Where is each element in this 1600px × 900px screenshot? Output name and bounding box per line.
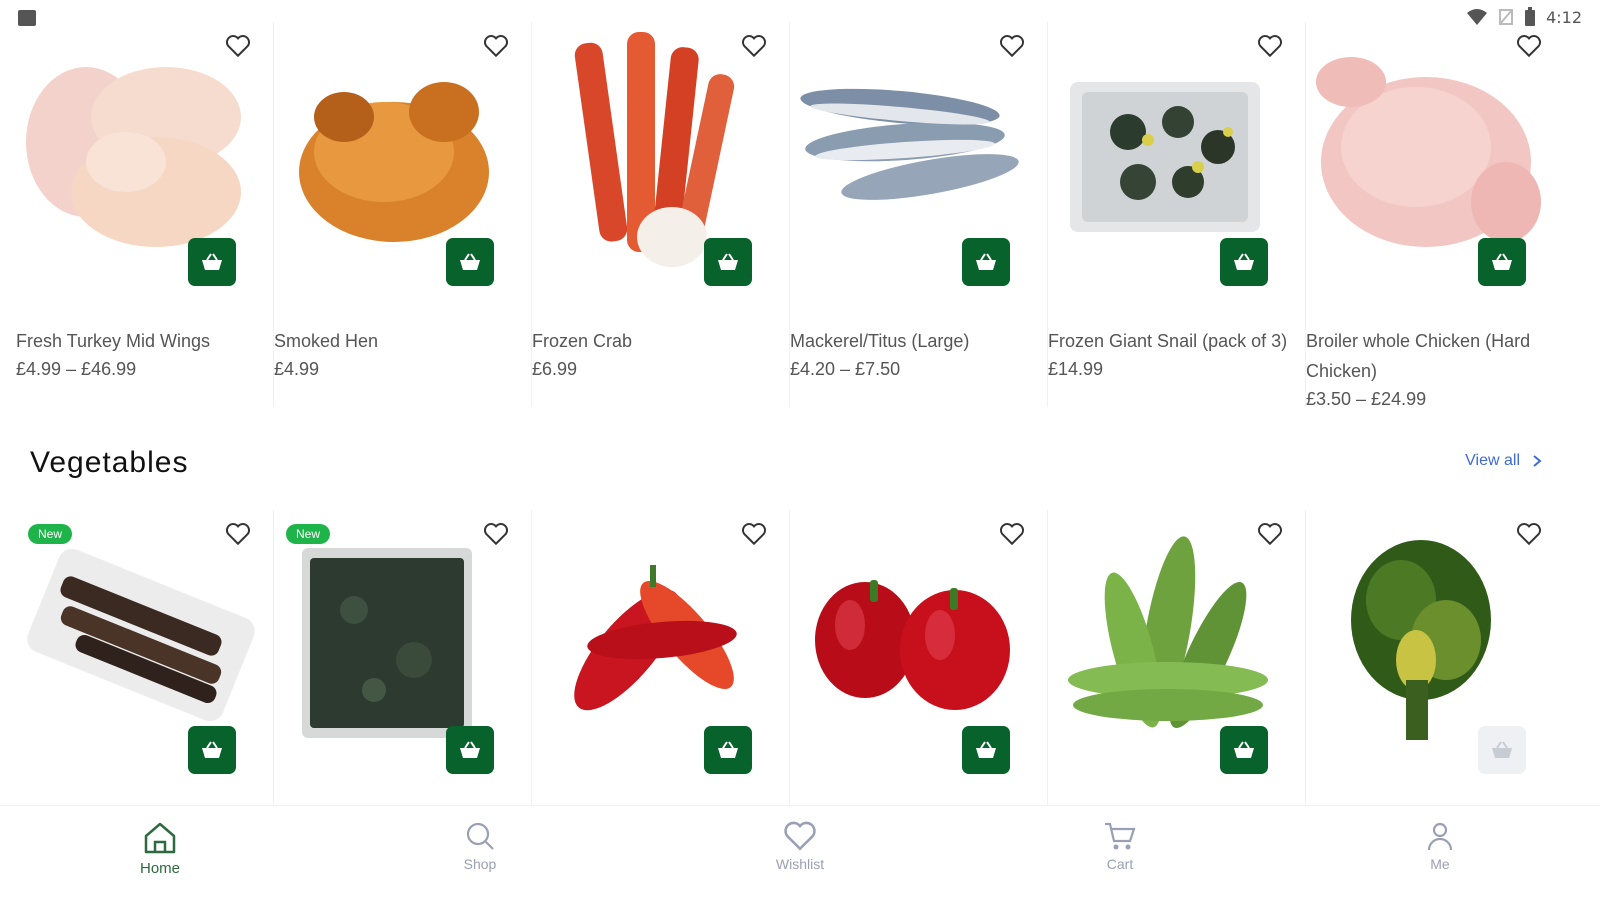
add-to-cart-button[interactable] [962,726,1010,774]
product-price: £6.99 [532,359,578,379]
product-card[interactable]: Broiler whole Chicken (Hard Chicken) £3.… [1306,22,1564,409]
basket-icon [202,253,222,270]
featured-products-row: Fresh Turkey Mid Wings £4.99 – £46.99 Sm… [16,22,1600,409]
add-to-cart-button[interactable] [962,238,1010,286]
nav-cart-label: Cart [1106,856,1134,872]
nav-home[interactable]: Home [100,806,220,896]
wishlist-heart-icon[interactable] [999,522,1025,546]
chevron-right-icon [1533,455,1542,467]
wishlist-heart-icon[interactable] [741,522,767,546]
basket-icon [1492,253,1512,270]
add-to-cart-button[interactable] [1220,726,1268,774]
new-badge: New [28,524,73,544]
product-card[interactable] [1048,510,1306,805]
wishlist-heart-icon[interactable] [1257,34,1283,58]
nav-wishlist-label: Wishlist [775,856,825,872]
product-name: Broiler whole Chicken (Hard Chicken) [1306,331,1531,381]
product-info[interactable]: Fresh Turkey Mid Wings £4.99 – £46.99 [16,326,256,382]
product-card[interactable]: New [16,510,274,805]
wishlist-heart-icon[interactable] [1516,522,1542,546]
home-icon [144,822,176,854]
nav-me[interactable]: Me [1380,806,1500,896]
product-name: Frozen Giant Snail (pack of 3) [1048,331,1288,351]
nav-cart[interactable]: Cart [1060,806,1180,896]
product-card[interactable] [1306,510,1564,805]
basket-icon [460,741,480,758]
wishlist-heart-icon[interactable] [1516,34,1542,58]
nav-shop[interactable]: Shop [420,806,540,896]
product-card[interactable]: Fresh Turkey Mid Wings £4.99 – £46.99 [16,22,274,407]
wishlist-heart-icon[interactable] [1257,522,1283,546]
user-icon [1427,822,1453,851]
product-price: £14.99 [1048,359,1104,379]
product-info[interactable]: Broiler whole Chicken (Hard Chicken) £3.… [1306,326,1546,412]
nav-home-label: Home [139,860,180,877]
wishlist-heart-icon[interactable] [225,34,251,58]
product-card[interactable]: Frozen Giant Snail (pack of 3) £14.99 [1048,22,1306,407]
product-name: Smoked Hen [274,331,379,351]
add-to-cart-button[interactable] [188,238,236,286]
product-info[interactable]: Frozen Giant Snail (pack of 3) £14.99 [1048,326,1288,382]
product-info[interactable]: Frozen Crab £6.99 [532,326,772,382]
vegetables-section-title: Vegetables [30,446,189,479]
add-to-cart-button[interactable] [704,726,752,774]
search-icon [466,822,494,850]
vegetables-row: New New [16,510,1600,805]
basket-icon [1234,253,1254,270]
product-info[interactable]: Smoked Hen £4.99 [274,326,514,382]
new-badge: New [286,524,331,544]
product-card[interactable]: Smoked Hen £4.99 [274,22,532,407]
nav-wishlist[interactable]: Wishlist [740,806,860,896]
heart-icon [784,821,816,851]
product-card[interactable] [532,510,790,805]
product-card[interactable]: Mackerel/Titus (Large) £4.20 – £7.50 [790,22,1048,407]
wishlist-heart-icon[interactable] [741,34,767,58]
add-to-cart-button[interactable] [1220,238,1268,286]
basket-icon [1492,741,1512,758]
basket-icon [976,741,996,758]
basket-icon [1234,741,1254,758]
wishlist-heart-icon[interactable] [483,34,509,58]
product-price: £3.50 – £24.99 [1306,389,1427,409]
wishlist-heart-icon[interactable] [225,522,251,546]
add-to-cart-button-disabled[interactable] [1478,726,1526,774]
product-price: £4.99 [274,359,320,379]
product-card[interactable]: Frozen Crab £6.99 [532,22,790,407]
basket-icon [202,741,222,758]
product-price: £4.20 – £7.50 [790,359,901,379]
basket-icon [976,253,996,270]
product-card[interactable]: New [274,510,532,805]
product-price: £4.99 – £46.99 [16,359,137,379]
product-info[interactable]: Mackerel/Titus (Large) £4.20 – £7.50 [790,326,1030,382]
product-card[interactable] [790,510,1048,805]
add-to-cart-button[interactable] [704,238,752,286]
nav-shop-label: Shop [463,856,497,872]
add-to-cart-button[interactable] [446,726,494,774]
product-name: Fresh Turkey Mid Wings [16,331,211,351]
view-all-vegetables-link[interactable]: View all [1465,452,1542,470]
basket-icon [718,253,738,270]
nav-me-label: Me [1430,856,1450,872]
add-to-cart-button[interactable] [188,726,236,774]
add-to-cart-button[interactable] [1478,238,1526,286]
basket-icon [460,253,480,270]
bottom-navigation: Home Shop Wishlist Cart Me [0,805,1600,900]
product-name: Mackerel/Titus (Large) [790,331,970,351]
cart-icon [1105,822,1136,850]
wishlist-heart-icon[interactable] [999,34,1025,58]
basket-icon [718,741,738,758]
product-name: Frozen Crab [532,331,633,351]
add-to-cart-button[interactable] [446,238,494,286]
wishlist-heart-icon[interactable] [483,522,509,546]
view-all-label: View all [1465,452,1520,469]
